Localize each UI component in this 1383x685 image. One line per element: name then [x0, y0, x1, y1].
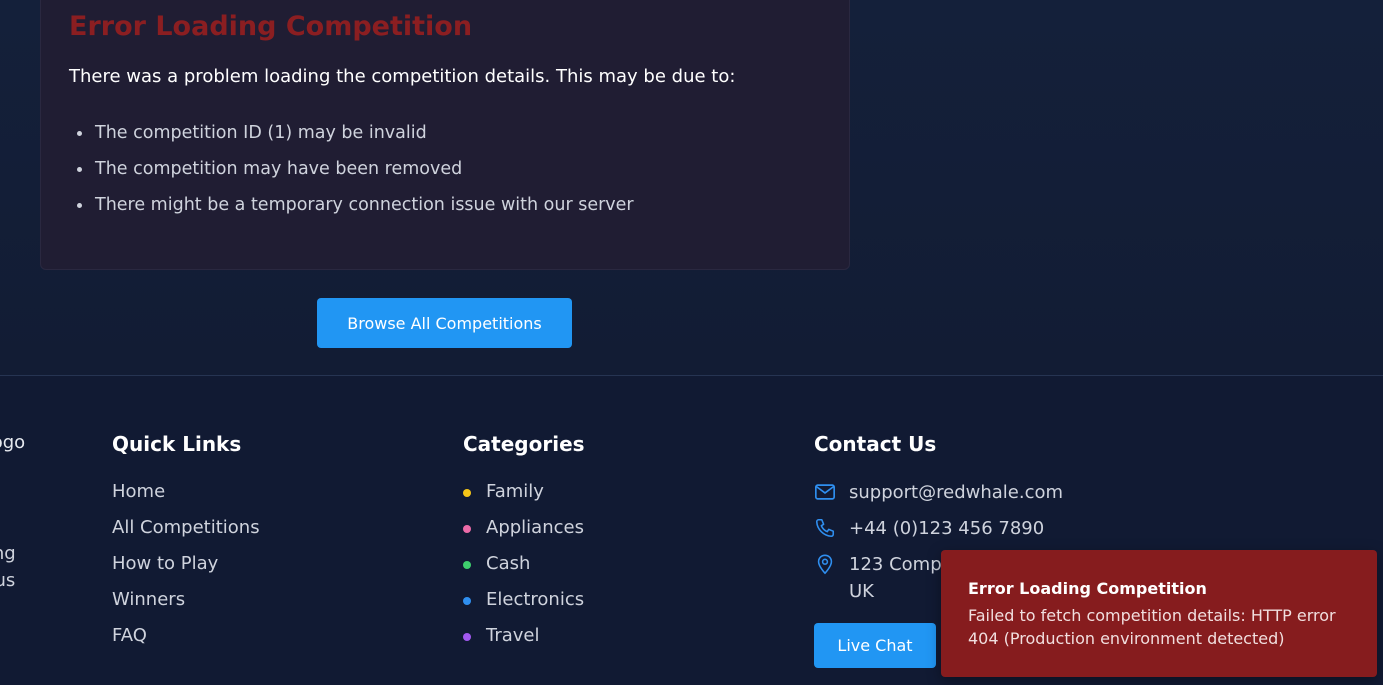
footer-link-all-competitions[interactable]: All Competitions — [112, 510, 260, 546]
quick-links-title: Quick Links — [112, 432, 242, 456]
categories-list: Family Appliances Cash Electronics Trave… — [463, 474, 584, 654]
contact-us-title: Contact Us — [814, 432, 937, 456]
category-link-appliances[interactable]: Appliances — [463, 510, 584, 546]
list-item: The competition ID (1) may be invalid — [77, 115, 634, 151]
contact-email-text: support@redwhale.com — [849, 482, 1064, 503]
live-chat-button[interactable]: Live Chat — [814, 623, 936, 668]
footer-link-winners[interactable]: Winners — [112, 582, 260, 618]
categories-title: Categories — [463, 432, 585, 456]
list-item: There might be a temporary connection is… — [77, 187, 634, 223]
category-link-electronics[interactable]: Electronics — [463, 582, 584, 618]
error-reasons-list: The competition ID (1) may be invalid Th… — [77, 115, 634, 223]
footer-logo: Logo — [0, 432, 26, 453]
category-dot-icon — [463, 489, 471, 497]
category-dot-icon — [463, 525, 471, 533]
phone-icon — [815, 518, 835, 538]
footer-brand-text: inning arious — [0, 540, 16, 594]
footer-link-home[interactable]: Home — [112, 474, 260, 510]
contact-address-line1: 123 Compe — [849, 554, 953, 575]
map-pin-icon — [817, 554, 833, 575]
category-label: Travel — [486, 625, 540, 646]
mail-icon — [815, 484, 835, 500]
error-toast[interactable]: Error Loading Competition Failed to fetc… — [941, 550, 1377, 677]
category-link-cash[interactable]: Cash — [463, 546, 584, 582]
category-link-travel[interactable]: Travel — [463, 618, 584, 654]
quick-links-list: Home All Competitions How to Play Winner… — [112, 474, 260, 654]
page: Error Loading Competition There was a pr… — [0, 0, 1383, 685]
footer-link-faq[interactable]: FAQ — [112, 618, 260, 654]
browse-all-competitions-button[interactable]: Browse All Competitions — [317, 298, 572, 348]
contact-phone-text: +44 (0)123 456 7890 — [849, 518, 1045, 539]
list-item: The competition may have been removed — [77, 151, 634, 187]
toast-title: Error Loading Competition — [968, 579, 1207, 598]
brand-text-line: inning — [0, 543, 16, 564]
footer-link-how-to-play[interactable]: How to Play — [112, 546, 260, 582]
error-card: Error Loading Competition There was a pr… — [40, 0, 850, 270]
category-dot-icon — [463, 633, 471, 641]
brand-text-line: arious — [0, 570, 16, 591]
category-label: Family — [486, 481, 544, 502]
contact-address-line2: UK — [849, 581, 874, 602]
category-dot-icon — [463, 597, 471, 605]
error-description: There was a problem loading the competit… — [69, 66, 736, 87]
category-dot-icon — [463, 561, 471, 569]
error-title: Error Loading Competition — [69, 11, 473, 42]
category-label: Electronics — [486, 589, 585, 610]
category-label: Cash — [486, 553, 531, 574]
toast-message: Failed to fetch competition details: HTT… — [968, 606, 1336, 648]
category-label: Appliances — [486, 517, 584, 538]
category-link-family[interactable]: Family — [463, 474, 584, 510]
